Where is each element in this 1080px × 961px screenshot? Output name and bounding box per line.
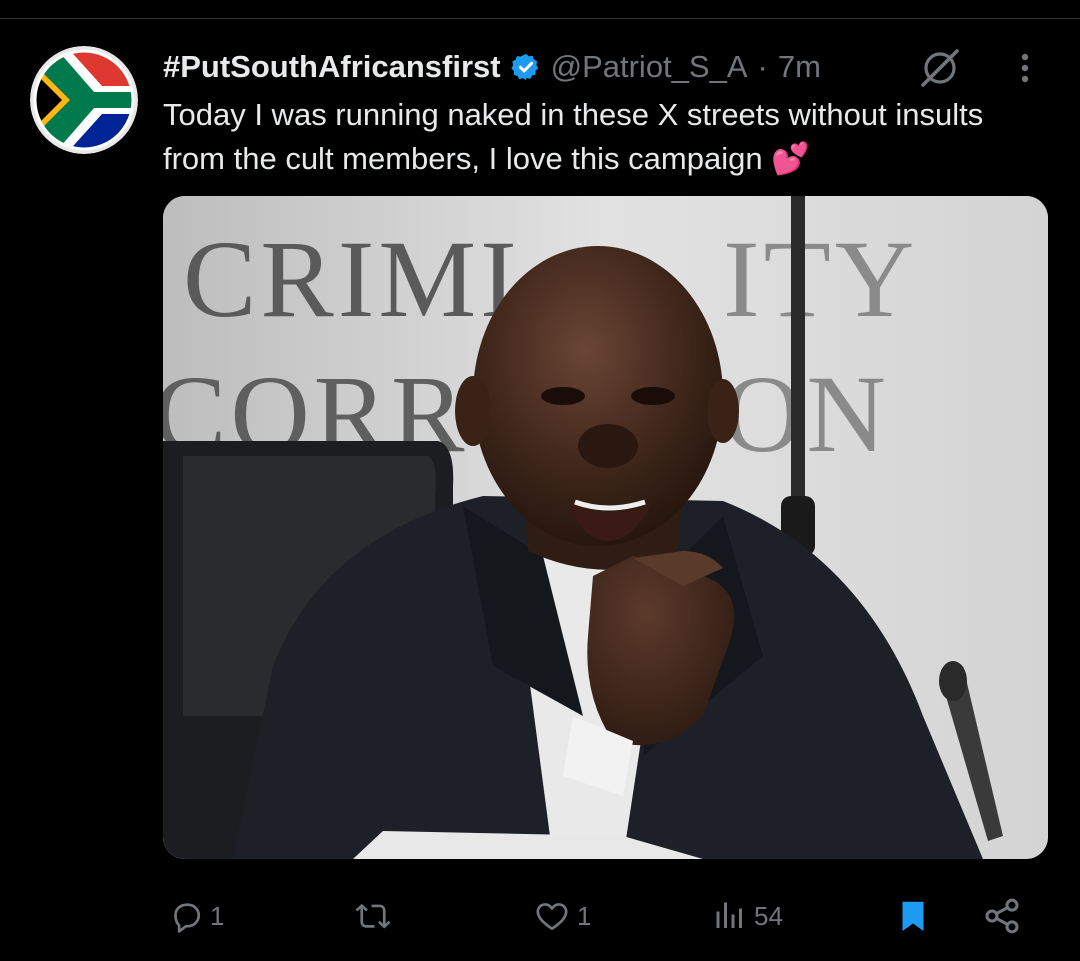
timestamp[interactable]: 7m xyxy=(778,49,821,85)
verified-badge-icon[interactable] xyxy=(510,52,541,82)
bookmark-button[interactable] xyxy=(895,888,931,944)
views-chart-icon xyxy=(716,902,742,928)
grok-icon[interactable] xyxy=(917,45,963,91)
separator-dot: · xyxy=(757,49,768,84)
retweet-icon xyxy=(355,903,391,929)
like-count: 1 xyxy=(577,900,592,931)
user-handle[interactable]: @Patriot_S_A xyxy=(551,49,748,85)
reply-icon xyxy=(174,903,201,933)
display-name[interactable]: #PutSouthAfricansfirst xyxy=(163,49,501,85)
avatar[interactable] xyxy=(30,46,138,154)
reply-count: 1 xyxy=(210,900,225,931)
views-button[interactable]: 54 xyxy=(712,888,783,944)
backdrop-text-1b: ITY xyxy=(723,218,918,340)
more-options-icon[interactable] xyxy=(1010,48,1040,88)
views-count: 54 xyxy=(754,900,783,931)
reply-button[interactable]: 1 xyxy=(168,888,224,944)
tweet-header: #PutSouthAfricansfirst @Patriot_S_A · 7m xyxy=(163,44,821,90)
heart-icon xyxy=(536,903,568,930)
share-icon xyxy=(985,898,1019,934)
share-button[interactable] xyxy=(982,888,1022,944)
tweet-media-image[interactable]: CRIMI ITY CORR ON xyxy=(163,196,1048,859)
south-africa-flag-icon xyxy=(30,46,138,154)
like-button[interactable]: 1 xyxy=(533,888,591,944)
tweet-text: Today I was running naked in these X str… xyxy=(163,97,984,176)
backdrop-text-1: CRIMI xyxy=(183,218,521,340)
tweet-card[interactable]: #PutSouthAfricansfirst @Patriot_S_A · 7m… xyxy=(0,0,1080,961)
backdrop-text-2b: ON xyxy=(723,353,890,475)
bookmark-icon xyxy=(902,901,924,931)
action-bar: 1 1 54 xyxy=(0,888,1080,944)
retweet-button[interactable] xyxy=(354,888,398,944)
